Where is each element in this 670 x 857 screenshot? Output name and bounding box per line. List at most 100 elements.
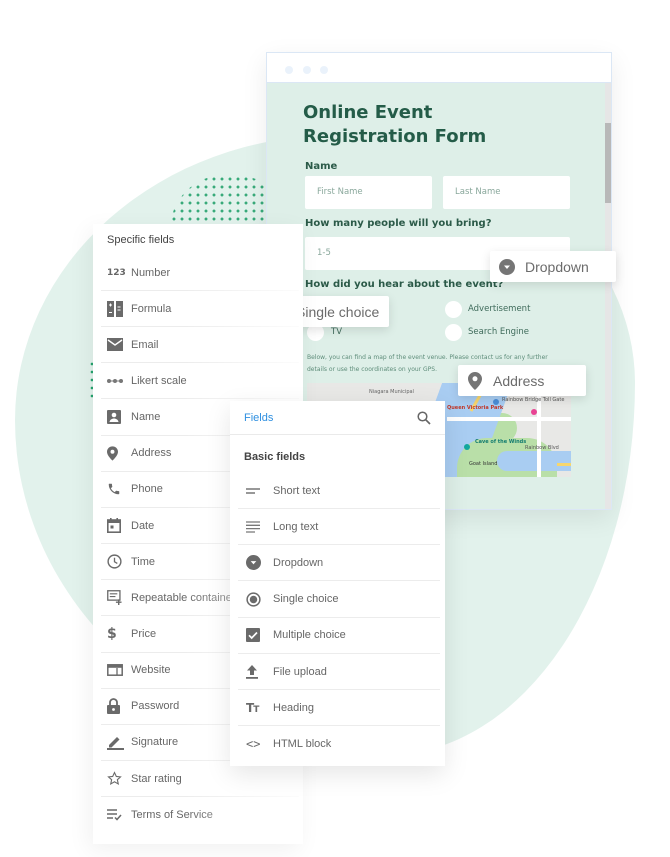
option-search-engine: Search Engine	[468, 327, 530, 337]
specific-field-label: Website	[131, 664, 171, 677]
email-icon	[101, 338, 131, 352]
form-title: Online Event Registration Form	[303, 101, 523, 149]
number-icon: 123	[107, 267, 126, 278]
browser-title-bar	[267, 53, 611, 83]
star-icon	[101, 771, 131, 786]
specific-field-label: Address	[131, 447, 172, 460]
basic-field-label: Dropdown	[273, 556, 324, 569]
specific-field-label: Formula	[131, 302, 172, 315]
map-pin-icon	[493, 399, 499, 405]
address-chip-label: Address	[493, 372, 545, 389]
basic-field-item[interactable]: <> HTML block	[238, 726, 440, 762]
clock-icon	[101, 554, 131, 569]
address-chip[interactable]: Address	[458, 365, 586, 396]
basic-field-label: Multiple choice	[273, 629, 346, 642]
repeatable-container-icon	[101, 590, 131, 606]
dropdown-icon	[238, 555, 273, 571]
specific-field-label: Time	[131, 555, 156, 568]
map-label: Cave of the Winds	[475, 439, 527, 445]
map-label: Niagara Municipal	[369, 389, 414, 395]
fields-panel-header: Fields	[230, 401, 445, 435]
signature-icon	[101, 734, 131, 751]
phone-icon	[101, 482, 131, 496]
basic-field-label: Heading	[273, 701, 314, 714]
calendar-icon	[101, 518, 131, 534]
radio-advertisement[interactable]	[445, 301, 462, 318]
dropdown-chip[interactable]: Dropdown	[490, 251, 616, 282]
window-dot	[320, 66, 328, 74]
last-name-input[interactable]: Last Name	[443, 176, 570, 209]
form-title-line1: Online Event	[303, 102, 433, 123]
window-dot	[285, 66, 293, 74]
location-pin-icon	[101, 446, 131, 461]
radio-search-engine[interactable]	[445, 324, 462, 341]
specific-field-item[interactable]: Formula	[101, 291, 299, 328]
website-icon	[101, 664, 131, 677]
map-label: Queen Victoria Park	[447, 405, 504, 411]
dropdown-icon	[498, 258, 515, 275]
specific-field-label: Email	[131, 338, 159, 351]
specific-field-label: Price	[131, 628, 157, 640]
basic-field-item[interactable]: TT Heading	[238, 690, 440, 727]
basic-field-label: HTML block	[273, 738, 332, 751]
basic-field-item[interactable]: Short text	[238, 473, 440, 509]
map-label: Rainbow Bridge Toll Gate	[502, 397, 565, 403]
specific-field-item[interactable]: Email	[101, 327, 299, 364]
basic-fields-heading: Basic fields	[244, 451, 306, 463]
specific-field-label: Phone	[131, 483, 163, 496]
specific-field-item[interactable]: Star rating	[101, 761, 299, 798]
specific-field-item[interactable]: Terms of Service	[101, 797, 299, 833]
upload-icon	[238, 664, 273, 679]
dollar-icon: $	[107, 626, 117, 642]
specific-field-label: Number	[131, 266, 171, 279]
name-icon	[101, 410, 131, 425]
radio-icon	[238, 591, 273, 607]
specific-field-item[interactable]: Likert scale	[101, 363, 299, 400]
people-label: How many people will you bring?	[305, 218, 492, 229]
basic-field-item[interactable]: File upload	[238, 654, 440, 690]
specific-field-label: Password	[131, 700, 180, 713]
window-dot	[303, 66, 311, 74]
map-label: Goat Island	[469, 461, 498, 467]
dropdown-chip-label: Dropdown	[525, 258, 589, 275]
first-name-input[interactable]: First Name	[305, 176, 432, 209]
basic-field-item[interactable]: Multiple choice	[238, 618, 440, 654]
option-advertisement: Advertisement	[468, 304, 531, 314]
specific-field-label: Signature	[131, 736, 179, 749]
scrollbar[interactable]	[605, 83, 611, 509]
checkbox-icon	[238, 628, 273, 643]
specific-field-label: Name	[131, 411, 161, 424]
short-text-icon	[238, 487, 273, 494]
basic-field-item[interactable]: Long text	[238, 509, 440, 546]
specific-field-item[interactable]: 123 Number	[101, 255, 299, 291]
map-pin-icon	[464, 444, 470, 450]
heading-icon: TT	[246, 700, 259, 715]
scroll-thumb[interactable]	[605, 123, 611, 203]
lock-icon	[101, 698, 131, 715]
fields-tab[interactable]: Fields	[244, 412, 273, 424]
search-icon[interactable]	[417, 410, 431, 425]
option-tv: TV	[331, 327, 343, 337]
formula-icon	[101, 300, 131, 317]
fields-panel: Fields Basic fields Short text Long text D…	[230, 401, 445, 766]
hear-label: How did you hear about the event?	[305, 279, 504, 290]
single-choice-chip-label: Single choice	[296, 303, 380, 320]
specific-field-label: Date	[131, 519, 155, 532]
basic-field-item[interactable]: Dropdown	[238, 545, 440, 582]
basic-field-label: Single choice	[273, 593, 339, 606]
form-title-line2: Registration Form	[303, 126, 487, 147]
basic-field-label: Long text	[273, 520, 319, 533]
basic-field-label: Short text	[273, 484, 321, 497]
basic-field-item[interactable]: Single choice	[238, 582, 440, 618]
long-text-icon	[238, 521, 273, 533]
likert-icon	[101, 378, 131, 384]
name-label: Name	[305, 161, 338, 172]
basic-field-label: File upload	[273, 665, 327, 678]
map-label: Rainbow Blvd	[525, 445, 559, 451]
specific-field-label: Terms of Service	[131, 809, 213, 822]
specific-field-label: Star rating	[131, 772, 182, 785]
terms-icon	[101, 809, 131, 821]
specific-fields-heading: Specific fields	[107, 234, 175, 246]
specific-field-label: Likert scale	[131, 374, 187, 387]
code-icon: <>	[246, 737, 261, 752]
